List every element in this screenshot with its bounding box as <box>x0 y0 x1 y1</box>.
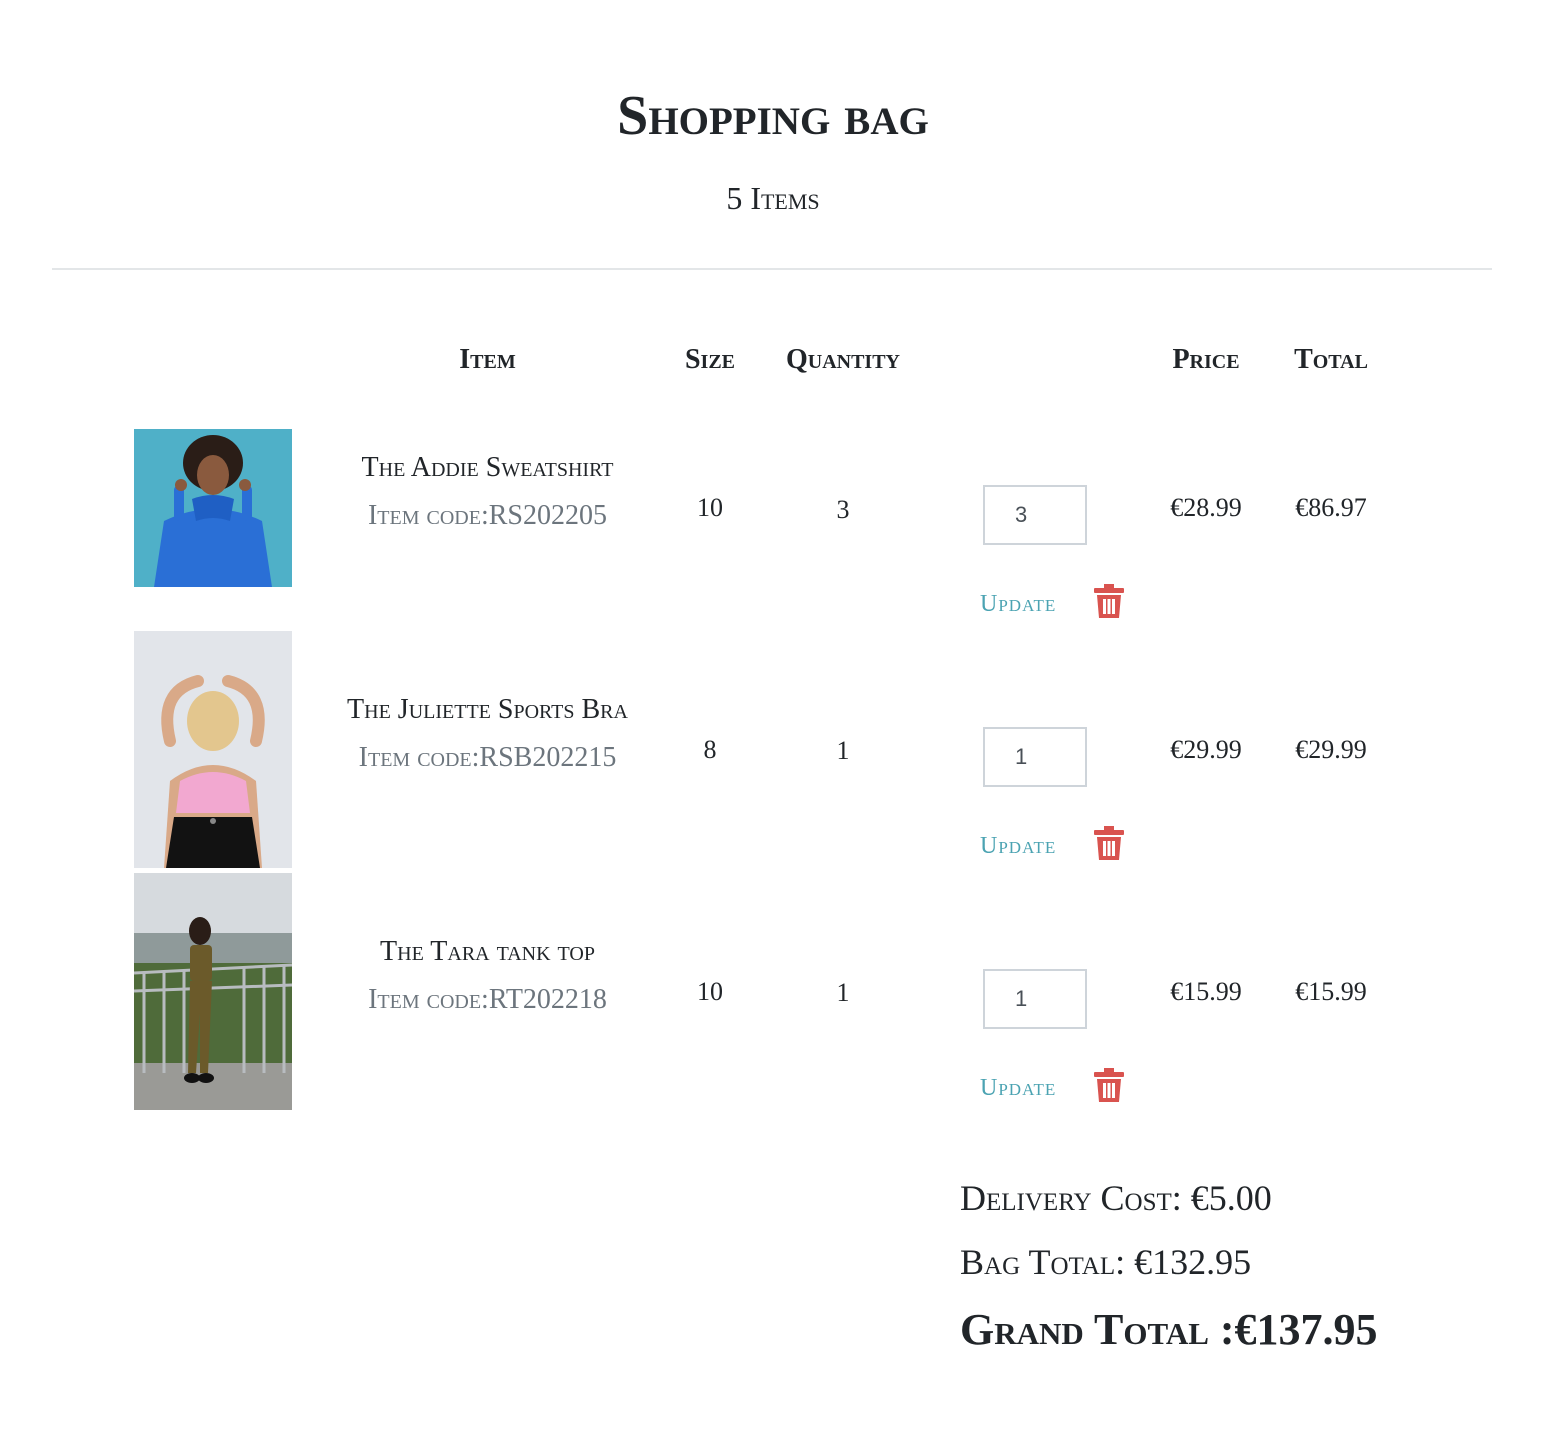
product-image[interactable] <box>134 631 292 868</box>
quantity-input[interactable] <box>983 727 1087 787</box>
delivery-cost: Delivery Cost: €5.00 <box>960 1178 1272 1218</box>
size-value: 10 <box>697 977 723 1006</box>
update-link[interactable]: Update <box>980 830 1056 862</box>
update-link[interactable]: Update <box>980 1072 1056 1104</box>
price-value: €29.99 <box>1170 735 1242 764</box>
column-header-size: Size <box>684 344 736 375</box>
product-name[interactable]: The Juliette Sports Bra <box>300 692 675 728</box>
quantity-value: 1 <box>836 978 850 1007</box>
product-code: Item code:RS202205 <box>367 500 607 531</box>
item-count: 5 Items <box>726 180 820 216</box>
page-title: Shopping bag <box>617 85 929 147</box>
size-value: 10 <box>697 493 723 522</box>
trash-icon[interactable] <box>1094 1068 1124 1102</box>
total-value: €15.99 <box>1295 977 1367 1006</box>
column-header-quantity: Quantity <box>785 344 900 375</box>
trash-icon[interactable] <box>1094 826 1124 860</box>
price-value: €28.99 <box>1170 493 1242 522</box>
grand-total: Grand Total :€137.95 <box>960 1305 1378 1354</box>
trash-icon[interactable] <box>1094 584 1124 618</box>
column-header-total: Total <box>1294 344 1368 375</box>
column-header-item: Item <box>459 344 516 375</box>
total-value: €29.99 <box>1295 735 1367 764</box>
bag-total: Bag Total: €132.95 <box>960 1242 1252 1282</box>
product-image[interactable] <box>134 429 292 587</box>
price-value: €15.99 <box>1170 977 1242 1006</box>
size-value: 8 <box>703 735 717 764</box>
product-image[interactable] <box>134 873 292 1110</box>
column-header-price: Price <box>1172 344 1240 375</box>
total-value: €86.97 <box>1295 493 1367 522</box>
quantity-value: 1 <box>836 736 850 765</box>
update-link[interactable]: Update <box>980 588 1056 620</box>
quantity-value: 3 <box>836 495 850 524</box>
product-name[interactable]: The Addie Sweatshirt <box>300 450 675 486</box>
product-code: Item code:RT202218 <box>368 984 607 1015</box>
product-code: Item code:RSB202215 <box>358 742 617 773</box>
header-divider <box>52 268 1492 270</box>
quantity-input[interactable] <box>983 969 1087 1029</box>
quantity-input[interactable] <box>983 485 1087 545</box>
product-name[interactable]: The Tara tank top <box>300 934 675 970</box>
